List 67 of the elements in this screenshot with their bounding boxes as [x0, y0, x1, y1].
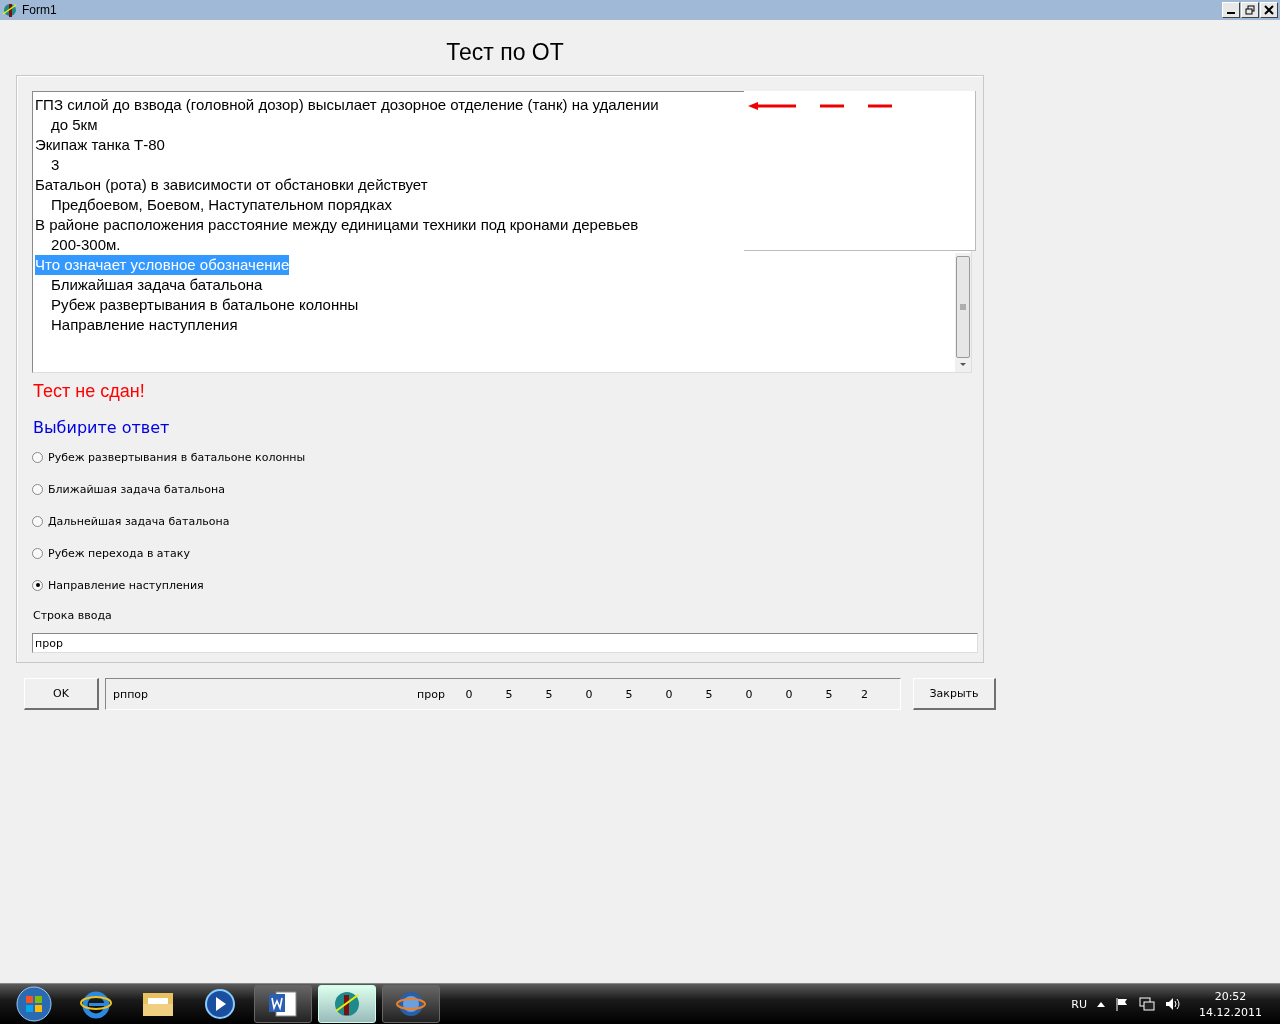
- network-icon[interactable]: [1139, 997, 1155, 1011]
- close-button[interactable]: [1260, 2, 1278, 18]
- score-value: 0: [744, 687, 754, 701]
- radio-button[interactable]: [32, 579, 43, 591]
- score-value: 0: [784, 687, 794, 701]
- answer-line[interactable]: 3: [51, 155, 60, 175]
- window-title: Form1: [22, 3, 57, 17]
- question-line[interactable]: В районе расположения расстояние между единицами техники под кронами деревьев: [35, 215, 639, 235]
- answer-line[interactable]: Предбоевом, Боевом, Наступательном порядках: [51, 195, 393, 215]
- question-line[interactable]: Батальон (рота) в зависимости от обстановки действует: [35, 175, 428, 195]
- option-label[interactable]: Дальнейшая задача батальона: [48, 514, 230, 528]
- language-indicator[interactable]: RU: [1071, 997, 1087, 1011]
- taskbar-app-button[interactable]: [254, 985, 312, 1023]
- heading: Тест по ОТ: [445, 39, 565, 66]
- minimize-icon: [1227, 12, 1235, 14]
- app-icon: [2, 2, 18, 18]
- total-value: 2: [861, 687, 868, 701]
- flag-icon[interactable]: [1115, 997, 1129, 1011]
- scroll-thumb[interactable]: [956, 256, 970, 358]
- document-icon: [268, 990, 298, 1018]
- option-label[interactable]: Ближайшая задача батальона: [48, 482, 225, 496]
- status-text: рппор: [113, 687, 150, 701]
- option-label[interactable]: Рубеж перехода в атаку: [48, 546, 190, 560]
- score-value: 0: [464, 687, 474, 701]
- close-button[interactable]: Закрыть: [913, 678, 996, 710]
- clock-time: 20:52: [1214, 989, 1247, 1003]
- status-text: прор: [417, 687, 446, 701]
- answer-line[interactable]: 200-300м.: [51, 235, 121, 255]
- prompt-text: Выбирите ответ: [33, 418, 170, 437]
- result-text: Тест не сдан!: [33, 381, 145, 402]
- folder-icon: [142, 990, 174, 1018]
- score-value: 0: [664, 687, 674, 701]
- speaker-icon[interactable]: [1165, 997, 1181, 1011]
- answer-line[interactable]: до 5км: [51, 115, 98, 135]
- minimize-button[interactable]: [1222, 2, 1240, 18]
- score-value: 5: [544, 687, 554, 701]
- question-line[interactable]: Экипаж танка Т-80: [35, 135, 165, 155]
- media-player-icon: [204, 988, 236, 1020]
- radio-button[interactable]: [32, 451, 43, 463]
- restore-icon: [1245, 5, 1255, 15]
- answer-line[interactable]: Рубеж развертывания в батальоне колонны: [51, 295, 359, 315]
- score-value: 5: [624, 687, 634, 701]
- taskbar-app-button[interactable]: [382, 985, 440, 1023]
- app-icon: [332, 989, 362, 1019]
- input-field[interactable]: прор: [32, 633, 978, 653]
- restore-button[interactable]: [1241, 2, 1259, 18]
- answer-line[interactable]: Ближайшая задача батальона: [51, 275, 263, 295]
- tray-arrow-icon[interactable]: [1097, 1001, 1105, 1007]
- start-orb-icon: [16, 986, 52, 1022]
- close-icon: [1264, 5, 1274, 15]
- option-label[interactable]: Рубеж развертывания в батальоне колонны: [48, 450, 306, 464]
- clock[interactable]: 20:52 14.12.2011: [1199, 989, 1262, 1019]
- score-value: 0: [584, 687, 594, 701]
- radio-button[interactable]: [32, 515, 43, 527]
- question-line[interactable]: ГПЗ силой до взвода (головной дозор) высылает дозорное отделение (танк) на удалении: [35, 95, 659, 115]
- score-value: 5: [824, 687, 834, 701]
- score-value: 5: [704, 687, 714, 701]
- clock-date: 14.12.2011: [1199, 1005, 1262, 1019]
- option-label[interactable]: Направление наступления: [48, 578, 204, 592]
- ok-button[interactable]: OK: [24, 678, 99, 710]
- radio-button[interactable]: [32, 547, 43, 559]
- globe-icon: [396, 989, 426, 1019]
- score-value: 5: [504, 687, 514, 701]
- answer-line[interactable]: Направление наступления: [51, 315, 238, 335]
- radio-button[interactable]: [32, 483, 43, 495]
- input-label: Строка ввода: [33, 609, 112, 622]
- scrollbar[interactable]: [955, 253, 971, 372]
